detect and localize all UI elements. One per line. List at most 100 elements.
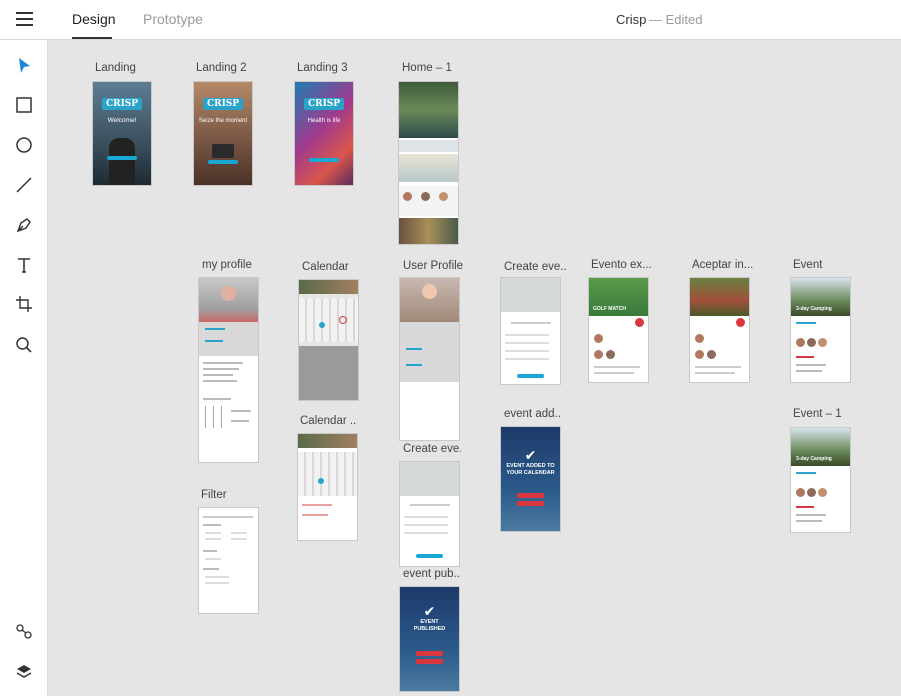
text-line [594,372,634,374]
option-line [205,538,221,540]
zoom-icon[interactable] [12,333,36,357]
red-button [416,651,443,656]
header-image [298,434,357,448]
camera-shape [212,144,234,158]
hero-images [399,82,458,138]
artboard-evento-exitoso[interactable]: GOLF MATCH [589,278,648,382]
red-button [517,493,544,498]
avatar [796,338,805,347]
hamburger-menu-icon[interactable] [16,12,33,26]
option-line [205,576,229,578]
event-title: 3-day Camping [796,306,832,312]
avatar [695,334,704,343]
artboard-label[interactable]: Event [793,259,855,271]
field-line [505,342,549,344]
info-panel [400,322,459,382]
tagline-text: Health is life [307,118,341,124]
text-line [205,340,223,342]
artboard-filter[interactable] [199,508,258,613]
artboard-landing[interactable]: CRISP Welcome! [93,82,151,185]
avatar [807,338,816,347]
assets-icon[interactable] [12,620,36,644]
artboard-home-1[interactable] [399,82,458,244]
artboard-label[interactable]: Event – 1 [793,408,851,420]
artboard-label[interactable]: Landing 2 [196,62,266,74]
avatar [796,488,805,497]
artboard-landing-3[interactable]: CRISP Health is life [295,82,353,185]
cta-bar [208,160,238,164]
artboard-label[interactable]: User Profile [403,260,465,272]
section-title [203,550,217,552]
text-icon[interactable] [12,253,36,277]
artboard-event-published[interactable]: ✔ EVENT PUBLISHED [400,587,459,691]
rectangle-icon[interactable] [12,93,36,117]
cards-row [399,154,458,182]
artboard-label[interactable]: event pub... [403,568,461,580]
selected-day [318,478,324,484]
text-line [796,356,814,358]
ellipse-icon[interactable] [12,133,36,157]
text-line [796,514,826,516]
section-title [203,568,219,570]
line-icon[interactable] [12,173,36,197]
artboard-label[interactable]: Aceptar in... [692,259,754,271]
layers-icon[interactable] [12,660,36,684]
artboard-label[interactable]: Create eve... [403,443,461,455]
cta-bar [309,158,339,162]
tab-prototype[interactable]: Prototype [143,11,203,27]
section-title [203,524,221,526]
active-tab-indicator [72,37,112,39]
avatars-row [399,186,458,216]
artboard-label[interactable]: Create eve... [504,261,566,273]
cta-bar [107,156,137,160]
add-button [635,318,644,327]
artboard-label[interactable]: Evento ex... [591,259,653,271]
artboard-user-profile[interactable] [400,278,459,440]
artboard-event-1[interactable]: 3-day Camping [791,428,850,532]
artboard-landing-2[interactable]: CRISP Seize the moment [194,82,252,185]
option-line [231,532,247,534]
artboard-label[interactable]: my profile [202,259,264,271]
toggle-row [511,322,551,324]
avatar [221,286,236,301]
calendar-grid [298,452,357,496]
artboard-icon[interactable] [12,292,36,316]
field-line [404,516,448,518]
option-line [205,558,221,560]
artboard-calendar-2[interactable] [298,434,357,540]
artboard-create-event[interactable] [501,278,560,384]
design-canvas[interactable]: Landing Landing 2 Landing 3 Home – 1 CRI… [48,40,901,696]
tools-panel [0,40,48,696]
artboard-label[interactable]: Landing 3 [297,62,367,74]
image-placeholder [400,462,459,496]
artboard-label[interactable]: Landing [95,62,165,74]
artboard-event[interactable]: 3-day Camping [791,278,850,382]
artboard-label[interactable]: event add... [504,408,562,420]
text-line [796,322,816,324]
header-line [203,516,253,518]
document-status: — Edited [649,12,703,27]
artboard-create-event-2[interactable] [400,462,459,566]
artboard-aceptar-invitacion[interactable] [690,278,749,382]
artboard-label[interactable]: Calendar ... [300,415,356,427]
red-button [416,659,443,664]
text-line [302,514,328,516]
pen-icon[interactable] [12,213,36,237]
tab-design[interactable]: Design [72,11,116,27]
text-line [205,328,225,330]
text-line [203,368,239,370]
artboard-label[interactable]: Calendar [302,261,364,273]
artboard-calendar[interactable] [299,280,358,400]
field-line [404,524,448,526]
text-line [796,472,816,474]
text-line [695,372,735,374]
artboard-label[interactable]: Filter [201,489,259,501]
slider-track [213,406,214,428]
artboard-my-profile[interactable] [199,278,258,462]
artboard-label[interactable]: Home – 1 [402,62,472,74]
text-line [203,362,243,364]
artboard-event-added[interactable]: ✔ EVENT ADDED TO YOUR CALENDAR [501,427,560,531]
select-arrow-icon[interactable] [12,54,36,78]
toggle-row [410,504,450,506]
text-line [203,374,233,376]
